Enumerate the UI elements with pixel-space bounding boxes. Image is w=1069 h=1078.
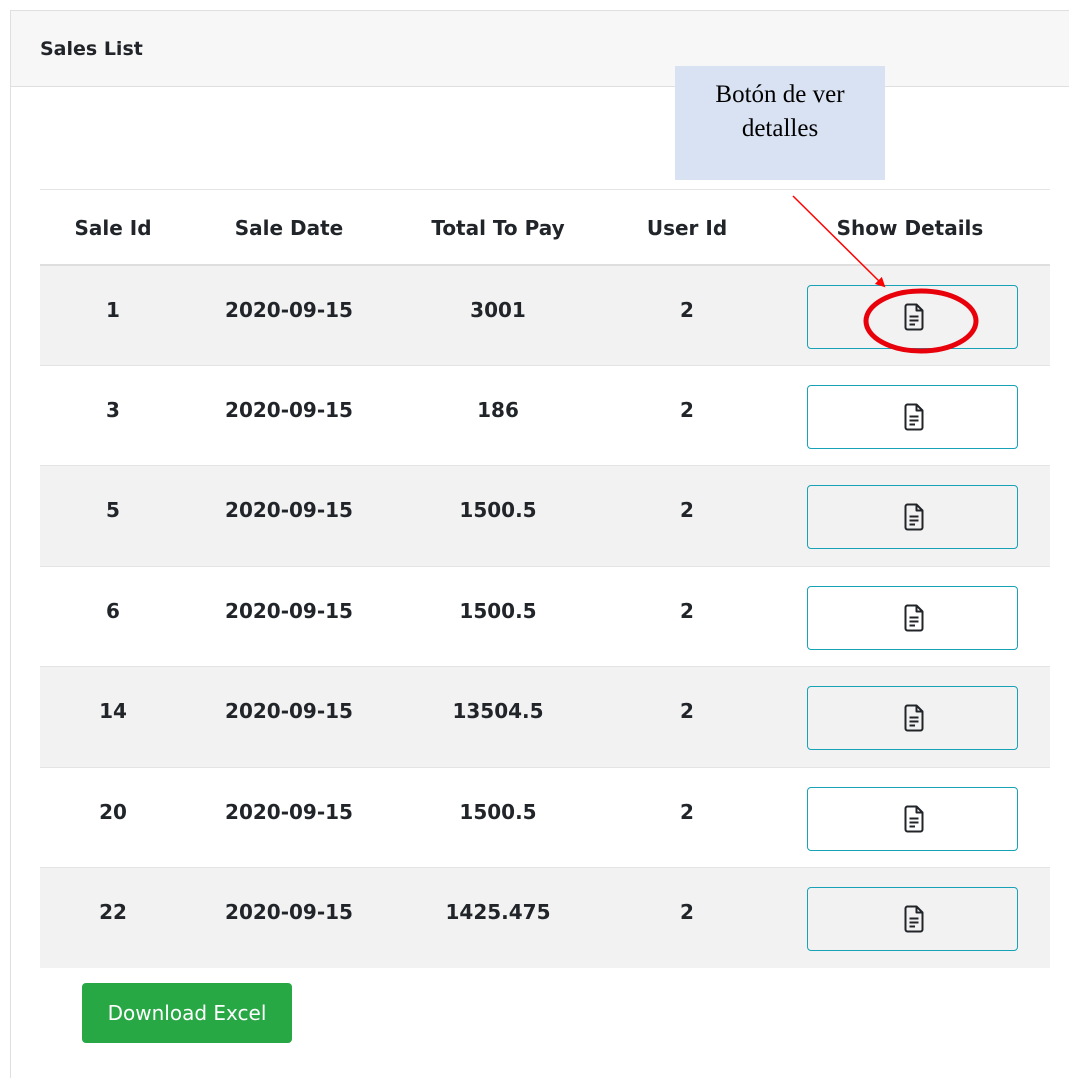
cell-sale-date: 2020-09-15: [186, 264, 392, 365]
cell-total-to-pay: 1500.5: [392, 766, 604, 868]
column-header-sale-date: Sale Date: [186, 189, 392, 266]
cell-show-details: [770, 766, 1050, 868]
file-text-icon: [904, 403, 923, 430]
show-details-button[interactable]: [806, 887, 1018, 951]
cell-sale-id: 14: [40, 666, 186, 767]
cell-show-details: [770, 465, 1050, 566]
cell-show-details: [770, 364, 1050, 466]
table-row: 3 2020-09-15 186 2: [40, 364, 1050, 466]
table-row: 1 2020-09-15 3001 2: [40, 264, 1050, 365]
column-header-total-to-pay: Total To Pay: [392, 189, 604, 266]
cell-user-id: 2: [604, 867, 770, 968]
cell-show-details: [770, 565, 1050, 667]
column-header-sale-id: Sale Id: [40, 189, 186, 266]
cell-total-to-pay: 3001: [392, 264, 604, 365]
cell-user-id: 2: [604, 666, 770, 767]
column-header-show-details: Show Details: [770, 189, 1050, 266]
show-details-button[interactable]: [806, 686, 1018, 750]
file-text-icon: [904, 905, 923, 933]
cell-sale-date: 2020-09-15: [186, 766, 392, 868]
cell-user-id: 2: [604, 264, 770, 365]
table-row: 22 2020-09-15 1425.475 2: [40, 867, 1050, 968]
cell-sale-id: 6: [40, 565, 186, 667]
file-text-icon: [904, 303, 923, 330]
cell-sale-date: 2020-09-15: [186, 867, 392, 968]
show-details-button[interactable]: [806, 485, 1018, 549]
file-text-icon: [904, 604, 923, 631]
file-text-icon: [904, 704, 923, 732]
annotation-callout-line-2: detalles: [741, 115, 819, 142]
table-header-row: Sale Id Sale Date Total To Pay User Id S…: [40, 189, 1050, 266]
table-row: 20 2020-09-15 1500.5 2: [40, 766, 1050, 868]
file-text-icon: [904, 503, 923, 531]
cell-user-id: 2: [604, 766, 770, 868]
file-text-icon: [904, 805, 923, 832]
table-row: 6 2020-09-15 1500.5 2: [40, 565, 1050, 667]
cell-sale-id: 5: [40, 465, 186, 566]
table-row: 14 2020-09-15 13504.5 2: [40, 666, 1050, 767]
card-title: Sales List: [40, 38, 143, 60]
cell-total-to-pay: 1500.5: [392, 465, 604, 566]
cell-user-id: 2: [604, 565, 770, 667]
cell-sale-id: 20: [40, 766, 186, 868]
cell-show-details: [770, 264, 1050, 365]
column-header-user-id: User Id: [604, 189, 770, 266]
card-header: Sales List: [11, 11, 1069, 87]
cell-show-details: [770, 867, 1050, 968]
cell-sale-id: 22: [40, 867, 186, 968]
show-details-button[interactable]: [806, 384, 1018, 449]
cell-sale-date: 2020-09-15: [186, 364, 392, 466]
sales-table: Sale Id Sale Date Total To Pay User Id S…: [40, 189, 1050, 968]
cell-total-to-pay: 1500.5: [392, 565, 604, 667]
show-details-button[interactable]: [806, 786, 1018, 851]
show-details-button[interactable]: [806, 284, 1018, 349]
cell-sale-date: 2020-09-15: [186, 666, 392, 767]
cell-sale-date: 2020-09-15: [186, 565, 392, 667]
cell-show-details: [770, 666, 1050, 767]
table-body: 1 2020-09-15 3001 2 3 2020-09-15 186 2 5 2020-09-…: [40, 264, 1050, 968]
cell-user-id: 2: [604, 364, 770, 466]
cell-user-id: 2: [604, 465, 770, 566]
cell-total-to-pay: 1425.475: [392, 867, 604, 968]
cell-total-to-pay: 13504.5: [392, 666, 604, 767]
download-excel-button[interactable]: Download Excel: [82, 983, 292, 1043]
show-details-button[interactable]: [806, 585, 1018, 650]
table-row: 5 2020-09-15 1500.5 2: [40, 465, 1050, 566]
cell-sale-date: 2020-09-15: [186, 465, 392, 566]
cell-sale-id: 3: [40, 364, 186, 466]
annotation-callout: Botón de ver detalles: [675, 66, 885, 180]
cell-total-to-pay: 186: [392, 364, 604, 466]
cell-sale-id: 1: [40, 264, 186, 365]
annotation-callout-line-1: Botón de ver: [715, 81, 845, 108]
